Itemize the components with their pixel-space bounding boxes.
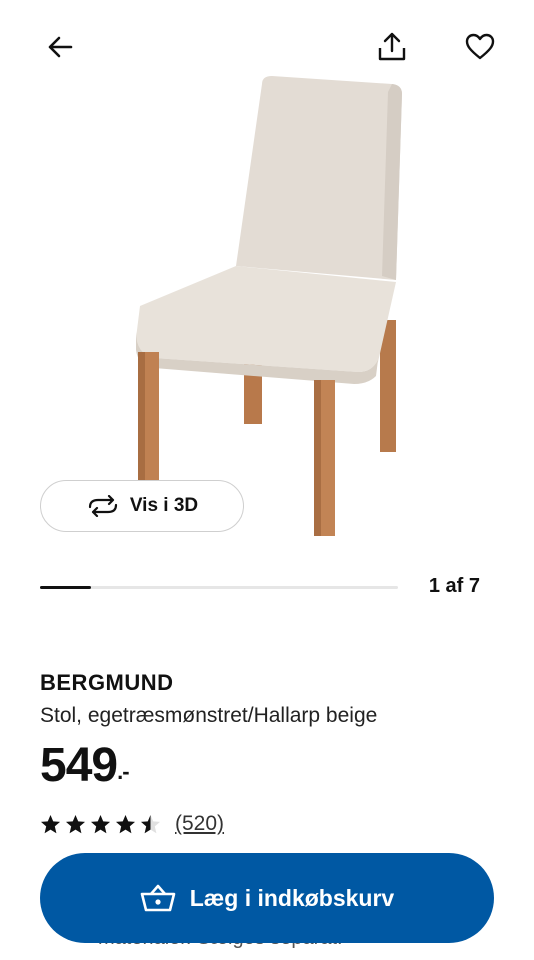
basket-icon [140, 884, 176, 912]
star-icon [116, 814, 135, 833]
price-value: 549 [40, 739, 118, 792]
star-icon [91, 814, 110, 833]
product-price: 549.- [40, 738, 130, 793]
add-to-cart-label: Læg i indkøbskurv [189, 884, 395, 911]
add-to-cart-button[interactable]: Læg i indkøbskurv [40, 853, 494, 943]
heart-icon [465, 33, 495, 60]
review-count[interactable]: (520) [175, 812, 224, 836]
share-icon [378, 32, 406, 61]
view-3d-label: Vis i 3D [129, 495, 199, 516]
rotate-3d-icon [88, 495, 117, 517]
price-suffix: .- [117, 759, 129, 784]
chair-seat [136, 266, 396, 372]
gallery-progress-fill [40, 586, 92, 589]
gallery-progress [40, 586, 398, 589]
product-image[interactable] [110, 70, 430, 540]
view-3d-button[interactable]: Vis i 3D [40, 480, 244, 532]
share-button[interactable] [372, 27, 412, 67]
image-counter: 1 af 7 [428, 575, 480, 597]
star-icon [41, 814, 60, 833]
rating[interactable]: (520) [40, 812, 224, 836]
chair-backrest [236, 76, 402, 280]
rating-stars [40, 814, 161, 835]
star-icon [66, 814, 85, 833]
product-description: Stol, egetræsmønstret/Hallarp beige [40, 704, 378, 727]
back-button[interactable] [40, 27, 80, 67]
product-name: BERGMUND [40, 670, 174, 695]
arrow-left-icon [48, 36, 73, 58]
star-icon [141, 814, 160, 833]
favorite-button[interactable] [460, 27, 500, 67]
